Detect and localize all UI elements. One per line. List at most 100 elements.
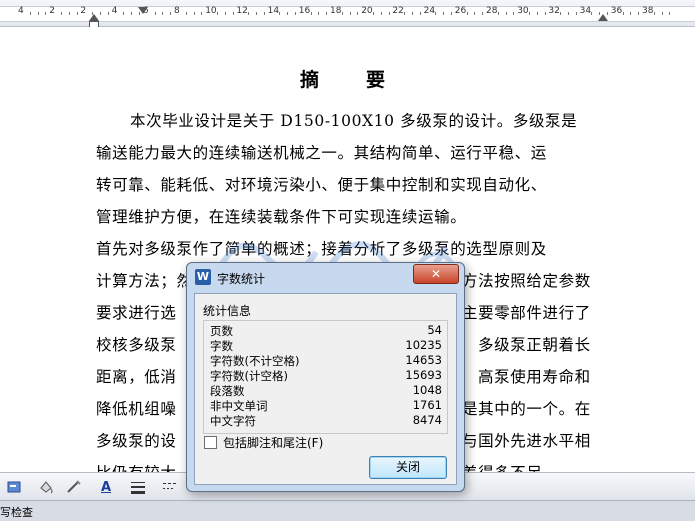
ruler-tick [123, 12, 125, 15]
stat-label: 字符数(计空格) [210, 369, 288, 383]
ruler-tick [341, 12, 343, 15]
ruler-tick [388, 12, 390, 15]
shape-icon[interactable] [4, 477, 24, 497]
stat-row-chars-with-spaces: 字符数(计空格) 15693 [210, 368, 442, 383]
ruler-number: 12 [236, 6, 248, 16]
ruler-tick [474, 12, 476, 15]
stat-row-chars-no-spaces: 字符数(不计空格) 14653 [210, 353, 442, 368]
dash-style-icon[interactable] [160, 477, 180, 497]
text-line: 管理维护方便，在连续装载条件下可实现连续运输。 [96, 208, 467, 226]
stat-value: 1048 [412, 383, 442, 397]
ruler-tick [513, 12, 515, 15]
text-line-fragment: 差得多不足 [462, 461, 543, 472]
ruler-tick [61, 12, 62, 15]
text-line-fragment: 主要零部件进行了 [462, 304, 591, 322]
stat-row-non-chinese-words: 非中文单词 1761 [210, 398, 442, 413]
ruler-number: 16 [298, 6, 311, 16]
ruler-tick [451, 12, 452, 15]
text-line-fragment: 多级泵正朝着长 [478, 336, 591, 354]
ruler-tick [224, 12, 226, 15]
ruler-tick [279, 12, 281, 15]
ruler-number: 34 [579, 6, 592, 16]
ruler-number: 2 [80, 6, 87, 16]
dialog-title: 字数统计 [217, 272, 266, 286]
ruler-number: 4 [18, 6, 24, 16]
ruler-tick [100, 12, 101, 15]
ruler-tick [107, 12, 109, 15]
ruler-tick [154, 12, 156, 15]
stat-label: 中文字符 [210, 414, 256, 428]
ruler-tick [497, 12, 499, 15]
ruler-tick [162, 12, 164, 15]
horizontal-ruler[interactable]: 4 2 2 4 6 8 10 12 14 16 18 20 22 24 26 28 30 32 34 36 38 [0, 0, 695, 28]
spell-check-status[interactable]: 写检查 [0, 504, 33, 520]
ruler-tick [466, 12, 468, 15]
ruler-number: 14 [267, 6, 280, 16]
stat-value: 54 [427, 323, 442, 337]
ruler-tick [349, 12, 351, 15]
ruler-number: 2 [49, 6, 55, 16]
ruler-number: 4 [111, 6, 118, 16]
stat-label: 字数 [210, 339, 233, 353]
ruler-tick [622, 12, 624, 15]
ruler-tick [404, 12, 406, 15]
text-line-fragment: 是其中的一个。在 [462, 400, 591, 418]
dialog-body: 统计信息 页数 54 字数 10235 字符数(不计空格) 14653 字符数(… [194, 293, 457, 485]
hanging-indent-marker[interactable] [89, 14, 99, 21]
document-title: 摘 要 [300, 69, 400, 91]
ruler-tick [373, 12, 374, 15]
stats-group-label: 统计信息 [203, 304, 252, 318]
ruler-tick [443, 12, 445, 15]
ruler-tick [310, 12, 312, 15]
ruler-tick [217, 12, 218, 15]
stat-value: 10235 [405, 338, 442, 352]
text-line: 转可靠、能耗低、对环境污染小、便于集中控制和实现自动化、 [96, 176, 547, 194]
right-indent-marker[interactable] [598, 14, 608, 21]
line-color-icon[interactable] [62, 477, 86, 497]
ruler-tick [380, 12, 382, 15]
stat-label: 非中文单词 [210, 399, 268, 413]
ruler-tick [170, 12, 172, 15]
dialog-titlebar[interactable]: W 字数统计 ✕ [187, 263, 464, 291]
include-footnotes-checkbox[interactable] [204, 436, 217, 449]
text-line: 输送能力最大的连续输送机械之一。其结构简单、运行平稳、运 [96, 144, 547, 162]
ruler-tick [263, 12, 265, 15]
status-bar: 写检查 [0, 500, 695, 521]
ruler-tick [295, 12, 296, 15]
ruler-tick [529, 12, 530, 15]
ruler-tick [412, 12, 413, 15]
ruler-tick [45, 12, 47, 15]
ruler-tick [76, 12, 78, 15]
text-line: 比仍有较大 [96, 461, 177, 472]
ruler-tick [591, 12, 593, 15]
fill-color-icon[interactable] [34, 477, 58, 497]
ruler-number: 38 [642, 6, 654, 16]
text-line: 降低机组噪 [96, 400, 177, 418]
ruler-tick [248, 12, 250, 15]
ruler-tick [661, 12, 663, 15]
close-button[interactable]: 关闭 [369, 456, 447, 479]
ruler-tick [287, 12, 289, 15]
ruler-number: 22 [392, 6, 404, 16]
ruler-number: 20 [361, 6, 373, 16]
ruler-tick [575, 12, 577, 15]
ruler-tick [482, 12, 484, 15]
ruler-tick [435, 12, 437, 15]
close-icon[interactable]: ✕ [413, 264, 459, 284]
text-line: 距离，低消 [96, 368, 177, 386]
app-icon: W [195, 269, 211, 285]
font-color-icon[interactable]: A [96, 477, 116, 497]
line-style-icon[interactable] [128, 477, 148, 497]
first-line-indent-marker[interactable] [138, 7, 148, 14]
ruler-tick [318, 12, 320, 15]
stat-label: 字符数(不计空格) [210, 354, 300, 368]
ruler-tick [560, 12, 562, 15]
include-footnotes-label: 包括脚注和尾注(F) [223, 436, 324, 450]
ruler-tick [630, 12, 632, 15]
ruler-number: 32 [548, 6, 560, 16]
ruler-tick [37, 12, 39, 15]
ruler-number: 26 [454, 6, 467, 16]
ruler-tick [653, 12, 655, 15]
include-footnotes-option[interactable]: 包括脚注和尾注(F) [204, 434, 323, 451]
text-line: 多级泵的设 [96, 432, 177, 450]
